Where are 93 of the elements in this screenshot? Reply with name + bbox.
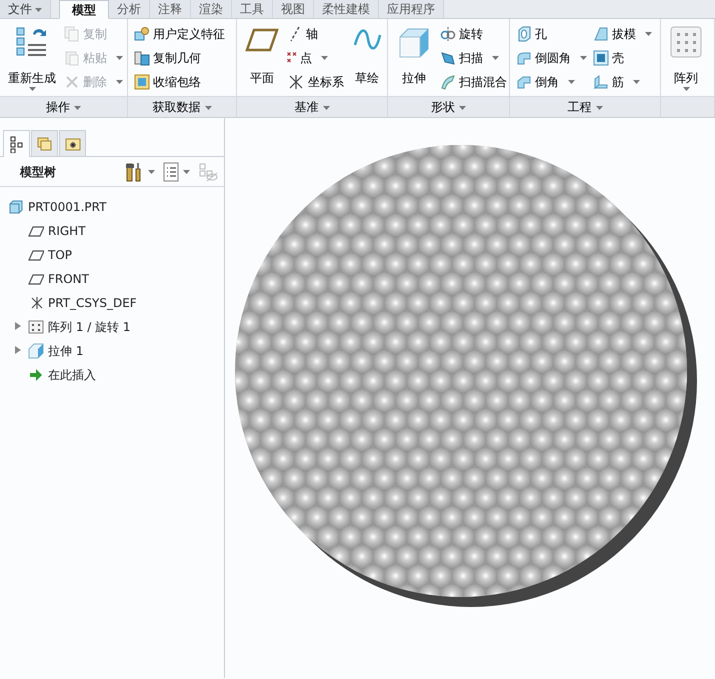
ribbon-tab[interactable]: 柔性建模 (314, 0, 379, 18)
rib-icon (593, 74, 609, 90)
ribbon-button[interactable]: 坐标系 (287, 71, 344, 92)
round-icon (516, 50, 532, 66)
caret-icon (682, 87, 690, 91)
panel-tab[interactable] (59, 130, 86, 156)
list-button[interactable] (163, 162, 190, 182)
ribbon-button[interactable]: 孔 (516, 23, 587, 44)
ribbon-button[interactable]: 轴 (287, 23, 344, 44)
caret-icon (321, 56, 328, 60)
shrinkwrap-icon (134, 74, 150, 90)
caret-icon (204, 106, 212, 110)
panel-tab[interactable] (3, 130, 30, 157)
ribbon-button[interactable]: 收缩包络 (134, 71, 225, 92)
caret-icon (596, 106, 602, 110)
caret-icon (148, 170, 155, 174)
cube-icon (28, 343, 44, 359)
group-menu[interactable]: 形状 (431, 97, 466, 117)
caret-icon (580, 56, 587, 60)
caret-icon (116, 80, 123, 84)
panel-title: 模型树 (20, 164, 57, 180)
ribbon-button[interactable]: 拉伸 (394, 23, 434, 96)
group-menu[interactable]: 基准 (294, 97, 330, 117)
tree-item[interactable]: TOP (14, 243, 224, 267)
ribbon-button[interactable]: 拔模 (593, 23, 652, 44)
ribbon-button[interactable]: 重新生成 (6, 23, 58, 96)
delete-icon (64, 74, 80, 90)
tree-icon (8, 135, 26, 153)
caret-icon (116, 56, 123, 60)
hidden-tree-icon (198, 162, 218, 182)
user-feature-icon (134, 26, 150, 42)
copy-geometry-icon (134, 50, 150, 66)
hole-icon (516, 26, 532, 42)
tree-item[interactable]: FRONT (14, 267, 224, 291)
tree-item[interactable]: 阵列 1 / 旋转 1 (14, 315, 224, 339)
file-menu[interactable]: 文件 (0, 0, 51, 18)
pattern-icon (28, 319, 44, 335)
ribbon-button[interactable]: 扫描 (440, 47, 507, 68)
shell-icon (593, 50, 609, 66)
tree-item[interactable]: PRT0001.PRT (8, 195, 224, 219)
tree-item[interactable]: 在此插入 (14, 363, 224, 387)
caret-icon (28, 87, 36, 91)
caret-icon (322, 106, 330, 110)
ribbon-button[interactable]: 筋 (593, 71, 652, 92)
draft-icon (593, 26, 609, 42)
point-icon (287, 52, 297, 63)
csys-icon (287, 74, 305, 90)
caret-icon (633, 80, 640, 84)
paste-icon (64, 50, 80, 66)
group-menu[interactable]: 工程 (568, 97, 602, 117)
tree-item[interactable]: RIGHT (14, 219, 224, 243)
ribbon-tab[interactable]: 应用程序 (379, 0, 444, 18)
swept-blend-icon (440, 74, 456, 90)
ribbon-button[interactable]: 倒角 (516, 71, 587, 92)
ribbon-tab[interactable]: 注释 (150, 0, 191, 18)
ribbon-button[interactable]: 点 (287, 47, 344, 68)
tree-item[interactable]: PRT_CSYS_DEF (14, 291, 224, 315)
group-menu[interactable]: 操作 (46, 97, 81, 117)
tree-item[interactable]: 拉伸 1 (14, 339, 224, 363)
arrow-icon (28, 367, 44, 383)
caret-icon (568, 80, 575, 84)
list-icon (163, 162, 179, 182)
ribbon-tab[interactable]: 工具 (232, 0, 273, 18)
revolve-icon (440, 26, 456, 42)
cube-icon (8, 199, 24, 215)
copy-icon (64, 26, 80, 42)
pattern-icon (669, 25, 703, 59)
group-menu[interactable]: 获取数据 (152, 97, 212, 117)
caret-icon (645, 32, 652, 36)
ribbon-button[interactable]: 壳 (593, 47, 652, 68)
sweep-icon (440, 50, 456, 66)
ribbon-button[interactable]: 草绘 (350, 23, 384, 96)
caret-icon (183, 170, 190, 174)
caret-icon (35, 8, 42, 12)
expand-icon (14, 346, 22, 354)
ribbon-button[interactable]: 倒圆角 (516, 47, 587, 68)
ribbon-button[interactable]: 旋转 (440, 23, 507, 44)
ribbon-tab[interactable]: 视图 (273, 0, 314, 18)
caret-icon (459, 106, 466, 110)
ribbon-button[interactable]: 复制几何 (134, 47, 225, 68)
caret-icon (492, 56, 499, 60)
ribbon-tab[interactable]: 模型 (59, 0, 109, 19)
ribbon-tab[interactable]: 分析 (109, 0, 150, 18)
ribbon-tab[interactable]: 渲染 (191, 0, 232, 18)
caret-icon (74, 106, 81, 110)
ribbon-button[interactable]: 扫描混合 (440, 71, 507, 92)
ribbon-button[interactable]: 平面 (243, 23, 281, 96)
folders-icon (36, 134, 54, 152)
ribbon-button[interactable]: 阵列 (667, 23, 705, 96)
ribbon-button[interactable]: 用户定义特征 (134, 23, 225, 44)
settings-button[interactable] (124, 162, 155, 182)
chamfer-icon (516, 74, 532, 90)
expand-icon (14, 322, 22, 330)
